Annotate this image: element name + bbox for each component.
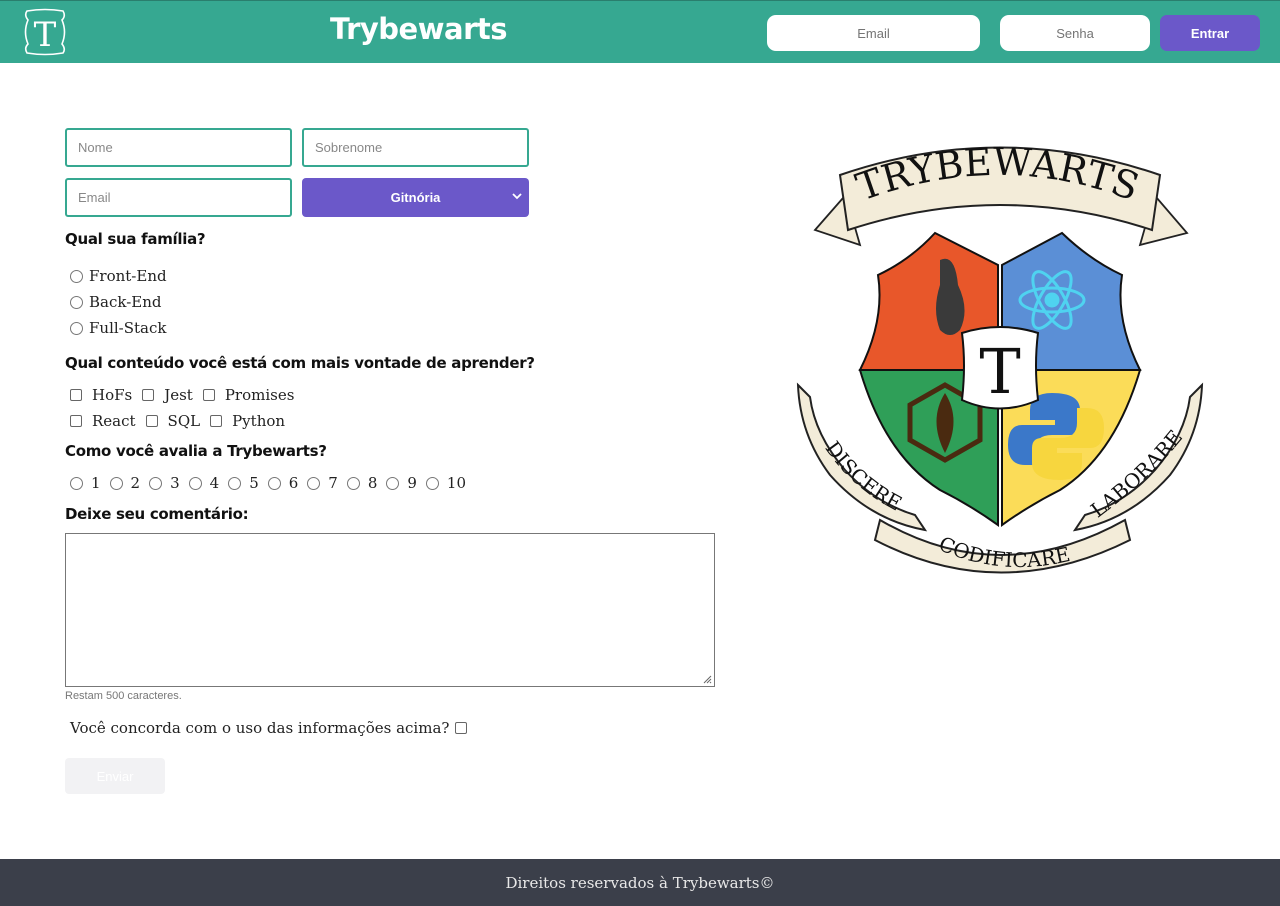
login-button[interactable]: Entrar: [1160, 15, 1260, 51]
rate-option[interactable]: 3: [149, 474, 180, 492]
rate-option[interactable]: 8: [346, 474, 378, 492]
content-option[interactable]: Python: [210, 412, 285, 430]
footer: Direitos reservados à Trybewarts©: [0, 859, 1280, 906]
email-input[interactable]: [65, 178, 292, 217]
house-select-value: Gitnória: [390, 190, 441, 205]
content-option[interactable]: SQL: [145, 412, 201, 430]
resize-handle-icon[interactable]: [703, 675, 712, 684]
top-header: T Trybewarts Entrar: [0, 0, 1280, 63]
last-name-input[interactable]: [302, 128, 529, 167]
rate-radio[interactable]: [307, 476, 321, 490]
rate-option-label: 10: [446, 474, 467, 492]
rate-radio[interactable]: [109, 476, 123, 490]
logo-letter: T: [34, 15, 57, 55]
rate-radio[interactable]: [228, 476, 242, 490]
comment-label: Deixe seu comentário:: [65, 505, 249, 523]
login-email-input[interactable]: [767, 15, 980, 51]
center-letter: T: [979, 335, 1020, 408]
content-options-row-1: HoFs Jest Promises: [70, 386, 304, 404]
content-checkbox[interactable]: [142, 389, 155, 401]
agreement-label: Você concorda com o uso das informações …: [70, 719, 450, 737]
rate-option[interactable]: 6: [267, 474, 299, 492]
content-question: Qual conteúdo você está com mais vontade…: [65, 354, 535, 372]
character-counter: Restam 500 caracteres.: [65, 690, 182, 702]
house-select[interactable]: Gitnória: [302, 178, 529, 217]
family-radio[interactable]: [70, 295, 83, 309]
rate-option[interactable]: 2: [109, 474, 141, 492]
rate-option[interactable]: 9: [386, 474, 417, 492]
content-options-row-2: React SQL Python: [70, 412, 295, 430]
family-option-label: Front-End: [89, 267, 167, 285]
rate-option[interactable]: 1: [70, 474, 101, 492]
rate-option-label: 3: [170, 474, 180, 492]
content-option[interactable]: Jest: [142, 386, 193, 404]
rate-option[interactable]: 5: [228, 474, 259, 492]
first-name-input[interactable]: [65, 128, 292, 167]
family-option-label: Back-End: [89, 293, 162, 311]
comment-textarea[interactable]: [65, 533, 715, 687]
content-option[interactable]: HoFs: [70, 386, 132, 404]
content-option-label: SQL: [167, 412, 201, 430]
rate-radio[interactable]: [267, 476, 281, 490]
rate-question: Como você avalia a Trybewarts?: [65, 442, 327, 460]
submit-button[interactable]: Enviar: [65, 758, 165, 794]
login-password-input[interactable]: [1000, 15, 1150, 51]
content-option-label: Python: [232, 412, 286, 430]
content-checkbox[interactable]: [70, 389, 82, 401]
footer-text: Direitos reservados à Trybewarts©: [505, 873, 775, 892]
content-checkbox[interactable]: [202, 389, 215, 401]
family-question: Qual sua família?: [65, 230, 206, 248]
rate-option[interactable]: 4: [188, 474, 220, 492]
family-radio[interactable]: [70, 321, 83, 335]
rate-option-label: 2: [130, 474, 141, 492]
content-option-label: Promises: [224, 386, 295, 404]
rate-option-label: 5: [249, 474, 259, 492]
rate-option-label: 9: [407, 474, 417, 492]
rate-option-label: 1: [91, 474, 101, 492]
content-option[interactable]: Promises: [202, 386, 295, 404]
content-checkbox[interactable]: [145, 415, 158, 427]
rate-option-label: 7: [328, 474, 338, 492]
content-checkbox[interactable]: [210, 415, 223, 427]
app-title: Trybewarts: [330, 12, 508, 46]
rate-radio[interactable]: [70, 476, 83, 490]
rate-radio[interactable]: [346, 476, 360, 490]
trybewarts-crest: TRYBEWARTS T DISCERE CODIFICARE LABORARE: [790, 135, 1210, 590]
content-option-label: React: [92, 412, 136, 430]
content-checkbox[interactable]: [70, 415, 82, 427]
rate-option-label: 6: [288, 474, 299, 492]
rate-radio[interactable]: [425, 476, 439, 490]
trybewarts-logo: T: [22, 8, 68, 56]
content-option-label: Jest: [164, 386, 193, 404]
family-option[interactable]: Back-End: [70, 293, 161, 311]
agreement-checkbox[interactable]: [455, 722, 468, 734]
rate-options: 1 2 3 4 5 6 7 8 9 10: [70, 474, 475, 492]
family-option[interactable]: Full-Stack: [70, 319, 166, 337]
family-radio[interactable]: [70, 269, 83, 283]
family-option[interactable]: Front-End: [70, 267, 167, 285]
rate-option-label: 8: [367, 474, 378, 492]
rate-option[interactable]: 7: [307, 474, 338, 492]
family-option-label: Full-Stack: [89, 319, 167, 337]
content-option-label: HoFs: [92, 386, 133, 404]
chevron-down-icon: [512, 193, 522, 200]
rate-radio[interactable]: [188, 476, 202, 490]
rate-radio[interactable]: [149, 476, 163, 490]
rate-option-label: 4: [209, 474, 220, 492]
agreement-row: Você concorda com o uso das informações …: [70, 719, 468, 737]
rate-radio[interactable]: [386, 476, 400, 490]
content-option[interactable]: React: [70, 412, 136, 430]
rate-option[interactable]: 10: [425, 474, 467, 492]
